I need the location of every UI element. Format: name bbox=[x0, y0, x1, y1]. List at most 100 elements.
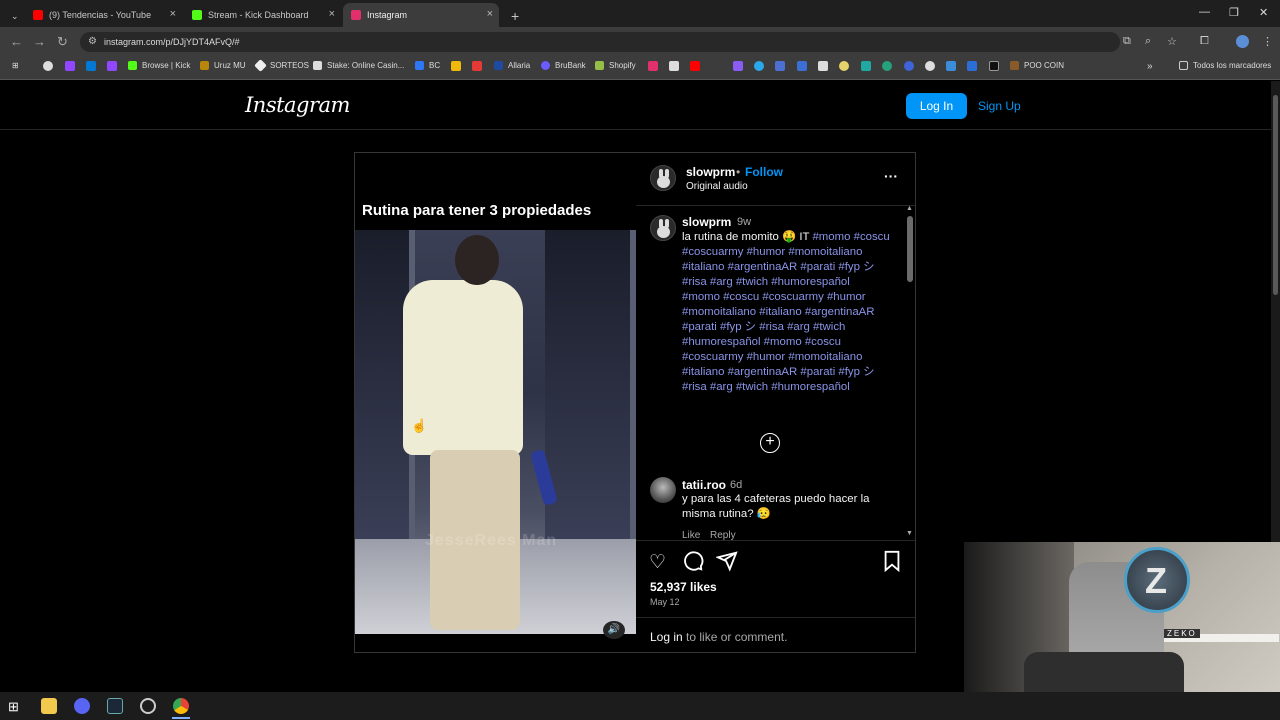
comment-icon[interactable] bbox=[682, 550, 704, 578]
scrollbar-thumb[interactable] bbox=[907, 216, 913, 282]
separator-dot: • bbox=[736, 165, 741, 179]
heart-icon[interactable]: ♡ bbox=[649, 551, 666, 574]
comment-text: y para las 4 cafeteras puedo hacer la mi… bbox=[682, 493, 870, 520]
zoom-icon[interactable]: ⌕ bbox=[1145, 35, 1151, 48]
avatar[interactable] bbox=[650, 477, 676, 503]
x-icon[interactable] bbox=[669, 61, 679, 71]
tab-youtube[interactable]: (9) Tendencias - YouTube × bbox=[25, 3, 182, 27]
profile-avatar[interactable] bbox=[1236, 35, 1249, 48]
post-video[interactable] bbox=[355, 230, 636, 634]
login-button[interactable]: Log In bbox=[906, 93, 967, 119]
extensions-icon[interactable]: ⧠ bbox=[1200, 35, 1209, 48]
bookmark-icon-blue[interactable] bbox=[797, 61, 807, 71]
bookmark-brubank[interactable]: BruBank bbox=[541, 61, 586, 70]
close-icon[interactable]: × bbox=[170, 8, 176, 20]
audio-label[interactable]: Original audio bbox=[686, 181, 748, 192]
page-scrollbar-thumb[interactable] bbox=[1273, 95, 1278, 295]
back-icon[interactable]: ← bbox=[10, 34, 23, 49]
close-window-icon[interactable]: ✕ bbox=[1259, 6, 1268, 19]
youtube-icon[interactable] bbox=[690, 61, 700, 71]
outlook-icon[interactable] bbox=[86, 61, 96, 71]
bookmark-sorteos[interactable]: SORTEOS bbox=[254, 59, 309, 72]
steam-icon[interactable] bbox=[107, 698, 123, 714]
instagram-header bbox=[0, 81, 1280, 130]
bookmark-icon-green[interactable] bbox=[882, 61, 892, 71]
follow-button[interactable]: Follow bbox=[745, 165, 783, 179]
bookmark-icon-purple[interactable] bbox=[733, 61, 743, 71]
windows-start-icon[interactable]: ⊞ bbox=[8, 699, 24, 715]
chrome-icon[interactable] bbox=[173, 698, 189, 714]
telegram-icon[interactable] bbox=[754, 61, 764, 71]
caption-time: 9w bbox=[737, 216, 752, 228]
discord-icon[interactable] bbox=[74, 698, 90, 714]
google-icon[interactable] bbox=[43, 61, 53, 71]
caption-username[interactable]: slowprm bbox=[682, 215, 731, 229]
install-icon[interactable]: ⧉ bbox=[1123, 35, 1131, 48]
active-app-indicator bbox=[172, 717, 190, 719]
new-tab-button[interactable]: + bbox=[503, 4, 527, 28]
obs-icon[interactable] bbox=[140, 698, 156, 714]
mouse-cursor-icon: ☝ bbox=[411, 418, 428, 433]
bookmark-icon-blue[interactable] bbox=[946, 61, 956, 71]
avatar[interactable] bbox=[650, 215, 676, 241]
restore-icon[interactable]: ❐ bbox=[1229, 6, 1239, 19]
load-more-comments-icon[interactable]: + bbox=[760, 433, 780, 453]
instagram-icon[interactable] bbox=[648, 61, 658, 71]
twitch-icon[interactable] bbox=[107, 61, 117, 71]
minimize-icon[interactable]: — bbox=[1199, 6, 1210, 18]
bookmark-shopify[interactable]: Shopify bbox=[595, 61, 636, 70]
more-bookmarks-icon[interactable]: » bbox=[1147, 61, 1153, 72]
site-info-icon[interactable]: ⚙ bbox=[88, 36, 97, 47]
bookmark-icon-red[interactable] bbox=[472, 61, 482, 71]
bookmark-bc[interactable]: BC bbox=[415, 61, 440, 70]
close-icon[interactable]: × bbox=[329, 8, 335, 20]
tab-search-button[interactable]: ⌄ bbox=[3, 4, 21, 28]
bookmark-poocoin[interactable]: POO COIN bbox=[1010, 61, 1064, 70]
login-link[interactable]: Log in bbox=[650, 630, 683, 644]
bookmark-icon-blue[interactable] bbox=[904, 61, 914, 71]
bookmark-stake[interactable]: Stake: Online Casin... bbox=[313, 61, 404, 70]
bookmark-label: SORTEOS bbox=[270, 61, 309, 70]
more-options-icon[interactable]: ··· bbox=[884, 168, 898, 184]
share-icon[interactable] bbox=[715, 550, 738, 578]
scroll-down-icon[interactable]: ▼ bbox=[906, 530, 913, 537]
tab-instagram[interactable]: Instagram × bbox=[343, 3, 499, 27]
windows-taskbar bbox=[0, 692, 1280, 720]
bookmark-icon-white[interactable] bbox=[925, 61, 935, 71]
tiktok-icon[interactable] bbox=[989, 61, 999, 71]
bookmark-icon[interactable] bbox=[882, 550, 902, 578]
bookmark-icon-blue[interactable] bbox=[967, 61, 977, 71]
all-bookmarks-folder[interactable]: Todos los marcadores bbox=[1179, 61, 1271, 70]
person-head bbox=[455, 235, 499, 285]
background-window bbox=[545, 230, 636, 544]
bookmark-uruz[interactable]: Uruz MU bbox=[200, 61, 246, 70]
address-bar[interactable]: ⚙ instagram.com/p/DJjYDT4AFvQ/# bbox=[80, 32, 1120, 52]
bookmark-icon-blue[interactable] bbox=[775, 61, 785, 71]
binance-icon[interactable] bbox=[451, 61, 461, 71]
twitch-icon[interactable] bbox=[65, 61, 75, 71]
close-icon[interactable]: × bbox=[487, 8, 493, 20]
bookmark-icon-yellow[interactable] bbox=[839, 61, 849, 71]
signup-button[interactable]: Sign Up bbox=[978, 93, 1021, 119]
instagram-logo[interactable]: Instagram bbox=[245, 93, 350, 117]
reload-icon[interactable]: ↻ bbox=[57, 34, 68, 50]
bookmark-icon-teal[interactable] bbox=[861, 61, 871, 71]
bookmark-icon-white[interactable] bbox=[818, 61, 828, 71]
bookmark-kick[interactable]: Browse | Kick bbox=[128, 61, 190, 70]
mute-button[interactable]: 🔊 bbox=[603, 621, 625, 639]
bookmark-allaria[interactable]: Allaria bbox=[494, 61, 530, 70]
scroll-up-icon[interactable]: ▲ bbox=[906, 205, 913, 212]
post-username[interactable]: slowprm bbox=[686, 165, 735, 179]
likes-count[interactable]: 52,937 likes bbox=[650, 580, 717, 594]
star-icon[interactable]: ☆ bbox=[1167, 35, 1177, 48]
tab-kick[interactable]: Stream - Kick Dashboard × bbox=[184, 3, 341, 27]
file-explorer-icon[interactable] bbox=[41, 698, 57, 714]
chevron-down-icon: ⌄ bbox=[11, 10, 19, 21]
avatar[interactable] bbox=[650, 165, 676, 191]
caption-hashtags[interactable]: #momo #coscu #coscuarmy #humor #momoital… bbox=[682, 231, 890, 393]
apps-icon[interactable]: ⊞ bbox=[12, 61, 19, 70]
menu-icon[interactable]: ⋮ bbox=[1262, 35, 1273, 48]
bookmark-label: Todos los marcadores bbox=[1193, 61, 1272, 70]
forward-icon[interactable]: → bbox=[33, 34, 46, 49]
comment-username[interactable]: tatii.roo bbox=[682, 478, 726, 492]
